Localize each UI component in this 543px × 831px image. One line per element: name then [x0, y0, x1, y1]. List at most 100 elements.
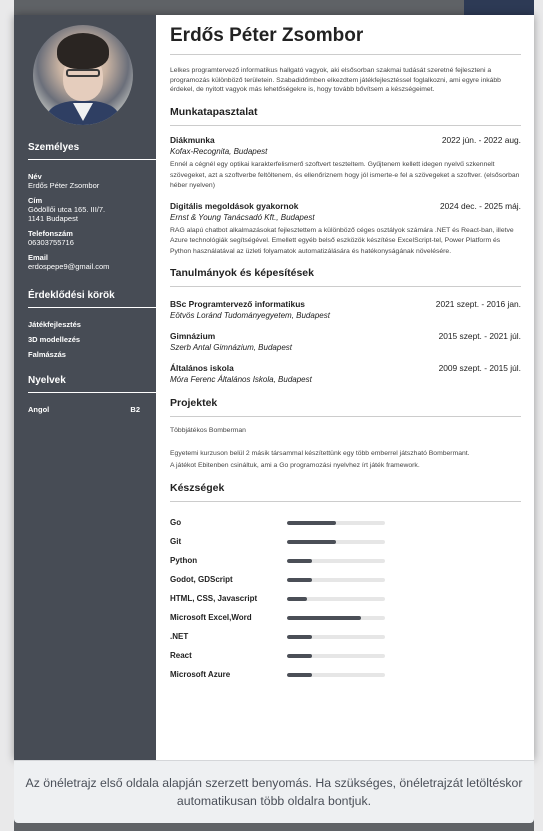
entry-org: Ernst & Young Tanácsadó Kft., Budapest [170, 212, 315, 222]
projects-heading: Projektek [170, 397, 218, 410]
divider [28, 159, 156, 160]
skill-row: React [170, 646, 521, 665]
divider [170, 286, 521, 288]
skill-level-bar [287, 615, 385, 620]
project-title: Többjátékos Bomberman [170, 427, 246, 435]
phone-label: Telefonszám [28, 229, 73, 238]
entry-org: Móra Ferenc Általános Iskola, Budapest [170, 375, 312, 385]
languages-section: Nyelvek Angol B2 [28, 375, 156, 414]
education-entry: Gimnázium 2015 szept. - 2021 júl. Szerb … [170, 331, 521, 352]
personal-heading: Személyes [28, 142, 80, 153]
name-label: Név [28, 172, 42, 181]
interests-heading: Érdeklődési körök [28, 290, 115, 301]
interest-item: Játékfejlesztés [28, 320, 81, 329]
entry-org: Eötvös Loránd Tudományegyetem, Budapest [170, 311, 330, 321]
skill-level-fill [287, 539, 336, 544]
skill-row: Microsoft Azure [170, 665, 521, 684]
language-row: Angol B2 [28, 405, 140, 414]
entry-description: Ennél a cégnél egy optikai karakterfelis… [170, 161, 520, 190]
language-level: B2 [130, 405, 140, 414]
skill-level-bar [287, 672, 385, 677]
skill-level-bar [287, 634, 385, 639]
entry-date: 2009 szept. - 2015 júl. [438, 363, 521, 374]
email-value: erdospepe9@gmail.com [28, 262, 110, 271]
entry-title: Gimnázium [170, 331, 216, 342]
skill-level-fill [287, 577, 312, 582]
project-description: Egyetemi kurzuson belül 2 másik társamma… [170, 450, 470, 458]
skill-row: Git [170, 532, 521, 551]
preview-notice: Az önéletrajz első oldala alapján szerze… [14, 760, 534, 823]
entry-title: Digitális megoldások gyakornok [170, 200, 299, 211]
divider [170, 125, 521, 127]
notice-line-1: Az önéletrajz első oldala alapján szerze… [25, 776, 523, 790]
skill-level-fill [287, 596, 307, 601]
skill-row: HTML, CSS, Javascript [170, 589, 521, 608]
skill-level-fill [287, 653, 312, 658]
experience-heading: Munkatapasztalat [170, 106, 258, 119]
entry-date: 2024 dec. - 2025 máj. [439, 200, 521, 211]
divider [170, 416, 521, 418]
entry-description: RAG alapú chatbot alkalmazásokat fejlesz… [170, 226, 514, 255]
address-line-1: Gödöllői utca 165. III/7. [28, 205, 106, 214]
interest-item: 3D modellezés [28, 335, 81, 344]
entry-date: 2021 szept. - 2016 jan. [435, 299, 521, 310]
skill-row: Godot, GDScript [170, 570, 521, 589]
personal-section: Személyes Név Erdős Péter Zsombor Cím Gö… [28, 142, 156, 271]
entry-title: Diákmunka [170, 135, 215, 146]
skill-name: HTML, CSS, Javascript [170, 594, 258, 603]
skill-name: Godot, GDScript [170, 575, 233, 584]
profile-photo [33, 25, 133, 125]
skill-row: .NET [170, 627, 521, 646]
skill-name: Python [170, 556, 198, 565]
skill-level-fill [287, 558, 312, 563]
project-description: A játékot Ebitenben csináltuk, ami a Go … [170, 461, 420, 469]
experience-entry: Digitális megoldások gyakornok 2024 dec.… [170, 201, 521, 258]
skill-level-bar [287, 577, 385, 582]
entry-org: Szerb Antal Gimnázium, Budapest [170, 343, 292, 353]
background-page-left [0, 0, 14, 831]
skill-level-fill [287, 520, 336, 525]
skill-row: Python [170, 551, 521, 570]
cv-preview-page: Személyes Név Erdős Péter Zsombor Cím Gö… [14, 15, 534, 760]
summary-text: Lelkes programtervező informatikus hallg… [170, 67, 501, 94]
languages-heading: Nyelvek [28, 375, 66, 386]
background-header-fragment [464, 0, 534, 16]
divider [170, 54, 521, 55]
education-heading: Tanulmányok és képesítések [170, 267, 314, 280]
entry-org: Kofax-Recognita, Budapest [170, 147, 268, 157]
entry-date: 2022 jún. - 2022 aug. [441, 135, 521, 146]
background-page-right [534, 0, 543, 831]
experience-entry: Diákmunka 2022 jún. - 2022 aug. Kofax-Re… [170, 135, 521, 192]
education-entry: BSc Programtervező informatikus 2021 sze… [170, 299, 521, 320]
skill-name: React [170, 651, 192, 660]
skill-level-bar [287, 539, 385, 544]
skill-name: Go [170, 518, 182, 527]
interests-section: Érdeklődési körök Játékfejlesztés 3D mod… [28, 290, 156, 359]
skills-heading: Készségek [170, 482, 225, 494]
skill-row: Go [170, 513, 521, 532]
language-name: Angol [28, 405, 50, 414]
cv-main: Erdős Péter Zsombor Lelkes programtervez… [156, 15, 534, 760]
address-label: Cím [28, 196, 43, 205]
entry-title: BSc Programtervező informatikus [170, 299, 305, 310]
divider [170, 501, 521, 502]
skill-level-bar [287, 596, 385, 601]
skill-row: Microsoft Excel,Word [170, 608, 521, 627]
name-value: Erdős Péter Zsombor [28, 181, 100, 190]
cv-sidebar: Személyes Név Erdős Péter Zsombor Cím Gö… [14, 15, 156, 760]
skill-level-bar [287, 653, 385, 658]
address-line-2: 1141 Budapest [28, 214, 78, 223]
notice-line-2: automatikusan több oldalra bontjuk. [176, 794, 372, 808]
skill-name: .NET [170, 632, 189, 641]
skill-name: Git [170, 537, 182, 546]
skill-level-bar [287, 558, 385, 563]
skill-level-fill [287, 634, 312, 639]
skill-level-fill [287, 672, 312, 677]
entry-date: 2015 szept. - 2021 júl. [438, 331, 521, 342]
skill-level-bar [287, 520, 385, 525]
skill-name: Microsoft Excel,Word [170, 613, 252, 622]
phone-value: 06303755716 [28, 238, 74, 247]
interest-item: Falmászás [28, 350, 66, 359]
email-label: Email [28, 253, 49, 262]
education-entry: Általános iskola 2009 szept. - 2015 júl.… [170, 363, 521, 384]
